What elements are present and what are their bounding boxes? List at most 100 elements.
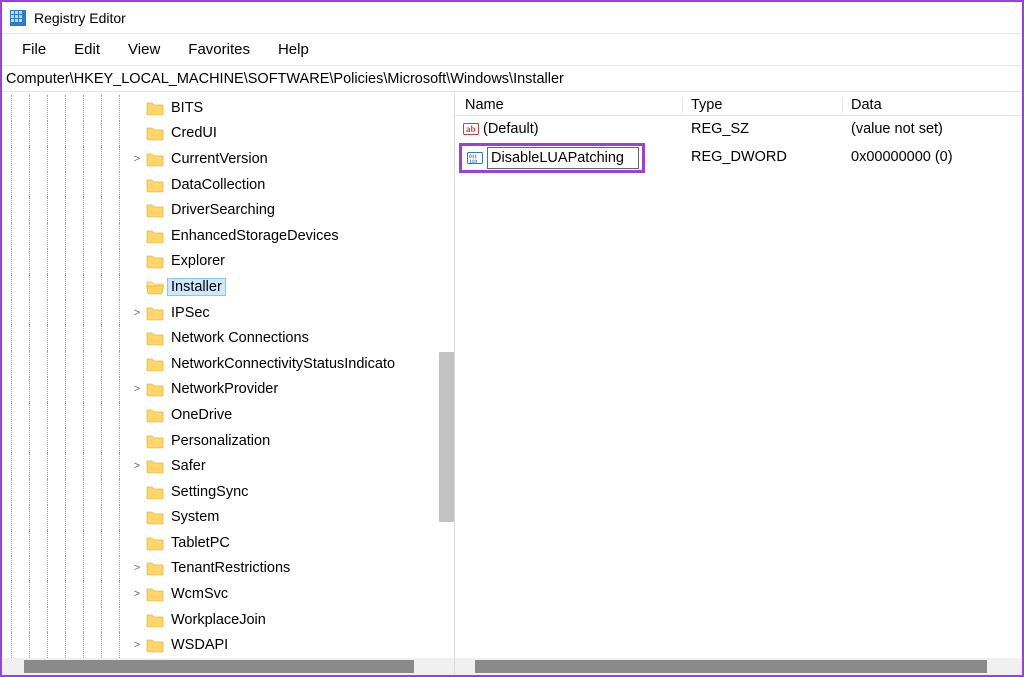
tree-guide-line xyxy=(56,197,74,223)
value-horizontal-scrollbar[interactable] xyxy=(455,658,1022,675)
tree-guide-line xyxy=(56,453,74,479)
tree-item[interactable]: >Safer xyxy=(2,453,454,479)
tree-vertical-scrollbar-thumb[interactable] xyxy=(439,352,454,522)
folder-icon xyxy=(146,612,164,628)
tree-item[interactable]: Network Connections xyxy=(2,325,454,351)
tree-guide-line xyxy=(38,121,56,147)
tree-guide-line xyxy=(2,172,20,198)
tree-guide-line xyxy=(20,300,38,326)
tree-item[interactable]: WorkplaceJoin xyxy=(2,607,454,633)
value-type: REG_DWORD xyxy=(683,149,843,165)
tree-guide-line xyxy=(20,223,38,249)
tree-pane: BITS CredUI >CurrentVersionDataCollectionD… xyxy=(2,92,455,675)
tree-item-label: BITS xyxy=(170,100,204,116)
tree-item[interactable]: > WcmSvc xyxy=(2,581,454,607)
tree-guide-line xyxy=(38,95,56,121)
value-data: (value not set) xyxy=(843,121,1022,137)
tree-expander-icon[interactable]: > xyxy=(128,460,146,472)
value-list-body[interactable]: (Default)REG_SZ(value not set) REG_DWORD0… xyxy=(455,116,1022,658)
tree-guide-line xyxy=(56,274,74,300)
tree-item-label: TabletPC xyxy=(170,535,231,551)
tree-item[interactable]: DriverSearching xyxy=(2,197,454,223)
menu-favorites[interactable]: Favorites xyxy=(174,37,264,62)
tree-guide-line xyxy=(110,428,128,454)
tree-item-label: WorkplaceJoin xyxy=(170,612,267,628)
tree-guide-line xyxy=(20,556,38,582)
tree-expander-icon[interactable]: > xyxy=(128,562,146,574)
tree-guide-line xyxy=(56,172,74,198)
column-header-name[interactable]: Name xyxy=(455,97,683,113)
tree-horizontal-scrollbar[interactable] xyxy=(2,658,454,675)
reg-string-icon xyxy=(463,121,479,137)
folder-icon xyxy=(146,177,164,193)
tree-guide-line xyxy=(38,223,56,249)
tree-item-label: CredUI xyxy=(170,125,218,141)
tree-horizontal-scrollbar-thumb[interactable] xyxy=(24,660,414,673)
folder-icon xyxy=(146,458,164,474)
tree-expander-icon[interactable]: > xyxy=(128,383,146,395)
value-horizontal-scrollbar-thumb[interactable] xyxy=(475,660,987,673)
content-split: BITSCredUI>CurrentVersionDataCollectionD… xyxy=(2,92,1022,675)
column-header-data[interactable]: Data xyxy=(843,97,1022,113)
menu-file[interactable]: File xyxy=(8,37,60,62)
address-bar[interactable]: Computer\HKEY_LOCAL_MACHINE\SOFTWARE\Pol… xyxy=(2,66,1022,92)
tree-item[interactable]: TabletPC xyxy=(2,530,454,556)
tree-guide-line xyxy=(56,581,74,607)
menu-edit[interactable]: Edit xyxy=(60,37,114,62)
tree-guide-line xyxy=(110,453,128,479)
tree-guide-line xyxy=(92,325,110,351)
tree-item[interactable]: >WSDAPI xyxy=(2,632,454,658)
folder-icon xyxy=(146,381,164,397)
tree-item[interactable]: Personalization xyxy=(2,428,454,454)
tree-guide-line xyxy=(92,249,110,275)
tree-item[interactable]: OneDrive xyxy=(2,402,454,428)
tree-item[interactable]: Installer xyxy=(2,274,454,300)
tree-guide-line xyxy=(2,479,20,505)
folder-icon xyxy=(146,560,164,576)
tree-guide-line xyxy=(92,197,110,223)
tree-viewport[interactable]: BITS CredUI >CurrentVersionDataCollectionD… xyxy=(2,92,454,658)
tree-item[interactable]: System xyxy=(2,505,454,531)
tree-expander-icon[interactable]: > xyxy=(128,307,146,319)
value-data: 0x00000000 (0) xyxy=(843,149,1022,165)
tree-guide-line xyxy=(110,556,128,582)
tree-guide-line xyxy=(92,121,110,147)
menu-view[interactable]: View xyxy=(114,37,174,62)
value-rename-input[interactable] xyxy=(487,147,639,169)
tree-item[interactable]: SettingSync xyxy=(2,479,454,505)
tree-expander-icon[interactable]: > xyxy=(128,588,146,600)
tree-expander-icon[interactable]: > xyxy=(128,639,146,651)
tree-expander-icon[interactable]: > xyxy=(128,153,146,165)
tree-item[interactable]: CredUI xyxy=(2,121,454,147)
value-rename-highlight xyxy=(459,143,645,173)
tree-guide-line xyxy=(74,505,92,531)
folder-icon xyxy=(146,509,164,525)
tree-guide-line xyxy=(2,325,20,351)
value-pane: Name Type Data (Default)REG_SZ(value not… xyxy=(455,92,1022,675)
tree-guide-line xyxy=(20,607,38,633)
tree-guide-line xyxy=(74,428,92,454)
tree-item[interactable]: >CurrentVersion xyxy=(2,146,454,172)
column-header-type[interactable]: Type xyxy=(683,97,843,113)
tree-item[interactable]: DataCollection xyxy=(2,172,454,198)
tree-item[interactable]: BITS xyxy=(2,95,454,121)
folder-icon xyxy=(146,228,164,244)
tree-item[interactable]: >IPSec xyxy=(2,300,454,326)
tree-item[interactable]: EnhancedStorageDevices xyxy=(2,223,454,249)
menu-help[interactable]: Help xyxy=(264,37,323,62)
tree-guide-line xyxy=(38,197,56,223)
tree-guide-line xyxy=(56,530,74,556)
tree-guide-line xyxy=(74,402,92,428)
tree-item[interactable]: Explorer xyxy=(2,249,454,275)
tree-guide-line xyxy=(56,479,74,505)
value-row[interactable]: (Default)REG_SZ(value not set) xyxy=(455,116,1022,142)
tree-item[interactable]: >NetworkProvider xyxy=(2,377,454,403)
tree-guide-line xyxy=(20,377,38,403)
folder-icon xyxy=(146,586,164,602)
tree-guide-line xyxy=(92,556,110,582)
tree-item[interactable]: NetworkConnectivityStatusIndicato xyxy=(2,351,454,377)
tree-item-label: WcmSvc xyxy=(170,586,229,602)
registry-editor-window: Registry Editor File Edit View Favorites… xyxy=(0,0,1024,677)
tree-item[interactable]: >TenantRestrictions xyxy=(2,556,454,582)
tree-guide-line xyxy=(74,351,92,377)
